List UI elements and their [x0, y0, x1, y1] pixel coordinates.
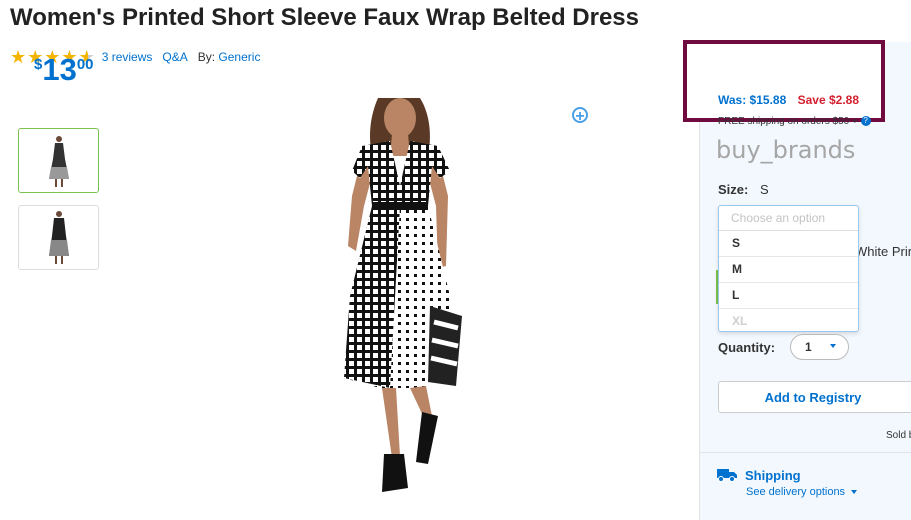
price-cents: 00	[76, 56, 94, 73]
star-icon: ★	[10, 47, 27, 67]
quantity-label: Quantity:	[718, 340, 776, 355]
price-dollars: 13	[42, 52, 77, 87]
delivery-options-link[interactable]: See delivery options	[746, 486, 858, 498]
color-option-text: White Print	[855, 244, 911, 259]
thumbnail-2[interactable]	[18, 205, 99, 270]
size-label: Size:	[718, 182, 749, 197]
price-comparison: Was: $15.88 Save $2.88	[718, 93, 859, 107]
was-price: Was: $15.88	[718, 93, 787, 107]
brand-link[interactable]: Generic	[218, 50, 260, 64]
quantity-select[interactable]: 1	[790, 334, 849, 360]
size-dropdown[interactable]: Choose an option S M L XL	[718, 205, 859, 332]
truck-icon	[717, 469, 737, 482]
help-icon[interactable]: ?	[860, 116, 871, 127]
quantity-value: 1	[805, 340, 812, 354]
size-option-m[interactable]: M	[719, 257, 858, 283]
by-label: By:	[197, 50, 216, 64]
chevron-down-icon	[830, 344, 836, 348]
size-option-s[interactable]: S	[719, 231, 858, 257]
price-currency: $	[34, 56, 43, 73]
thumbnail-1[interactable]	[18, 128, 99, 193]
shipping-title: Shipping	[745, 468, 801, 483]
save-amount: Save $2.88	[797, 93, 859, 107]
size-selected-value: S	[759, 182, 769, 197]
free-shipping-note: FREE shipping on orders $50 + ?	[718, 116, 871, 127]
qa-link[interactable]: Q&A	[162, 50, 187, 64]
zoom-in-icon[interactable]: +	[572, 107, 588, 125]
dropdown-placeholder: Choose an option	[719, 206, 858, 231]
dress-thumbnail-image	[49, 136, 69, 187]
reviews-link[interactable]: 3 reviews	[102, 50, 153, 64]
size-selector-label: Size: S	[718, 182, 769, 197]
price-highlight-box	[683, 40, 885, 122]
divider	[699, 452, 911, 453]
dress-thumbnail-image	[49, 211, 69, 264]
add-to-registry-button[interactable]: Add to Registry	[718, 381, 911, 413]
chevron-down-icon	[851, 490, 858, 495]
free-shipping-text: FREE shipping on orders $50 +	[718, 116, 858, 127]
product-title: Women's Printed Short Sleeve Faux Wrap B…	[10, 4, 640, 31]
size-option-xl: XL	[732, 314, 748, 328]
delivery-options-label: See delivery options	[746, 486, 846, 498]
brand-watermark: buy_brands	[716, 136, 856, 164]
size-option-l[interactable]: L	[719, 283, 858, 309]
product-main-image[interactable]	[300, 96, 500, 496]
price: $1300	[34, 52, 94, 88]
sold-by-text: Sold b	[886, 430, 911, 441]
